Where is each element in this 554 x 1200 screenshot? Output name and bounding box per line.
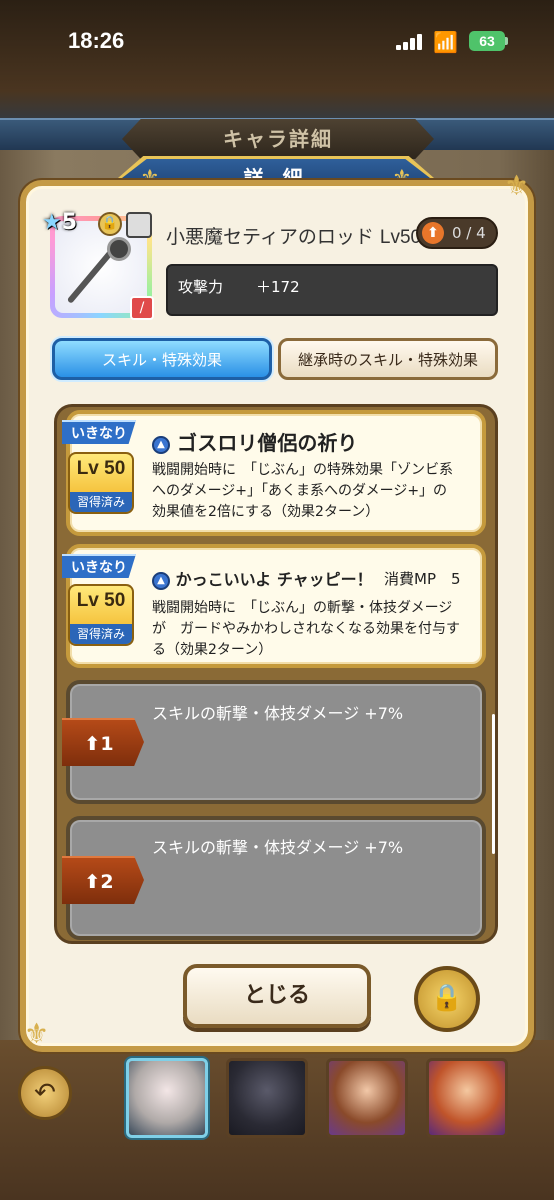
wifi-icon: 📶 xyxy=(433,30,458,54)
skill-timing-tag: いきなり xyxy=(62,420,136,444)
skill-learned: 習得済み xyxy=(70,624,132,644)
unlock-rank: 1 xyxy=(100,733,114,755)
up-arrow-icon: ⬆ xyxy=(422,222,444,244)
weapon-type-icon: / xyxy=(130,296,154,320)
lock-icon: 🔒 xyxy=(98,212,122,236)
skill-desc-line: へのダメージ+」「あくま系へのダメージ+」の xyxy=(152,483,448,499)
skill-desc-line: 戦闘開始時に 「じぶん」の斬撃・体技ダメージ xyxy=(152,600,453,616)
tab-skills[interactable]: スキル・特殊効果 xyxy=(52,338,272,380)
padlock-icon[interactable]: 🔒 xyxy=(414,966,480,1032)
character-portrait-icon xyxy=(126,212,152,238)
corner-ornament-icon: ⚜ xyxy=(24,1017,50,1050)
skill-desc-line: 効果値を2倍にする（効果2ターン） xyxy=(152,504,380,520)
skill-type-icon: ▲ xyxy=(152,571,170,590)
skill-description: 戦闘開始時に 「じぶん」の特殊効果「ゾンビ系 へのダメージ+」「あくま系へのダメ… xyxy=(152,460,482,523)
skill-name-row: ▲ ゴスロリ僧侶の祈り xyxy=(152,427,357,456)
stat-name: 攻撃力 xyxy=(178,278,224,296)
star-icon: ★ xyxy=(42,210,62,235)
passive-text: スキルの斬撃・体技ダメージ +7% xyxy=(152,704,404,723)
signal-icon xyxy=(396,34,422,50)
item-name-row: 小悪魔セティアのロッド Lv50 xyxy=(166,222,421,249)
close-button[interactable]: とじる xyxy=(183,964,371,1028)
skill-name-row: ▲ かっこいいよ チャッピー！ xyxy=(152,566,373,590)
status-bar: 18:26 📶 63 xyxy=(0,0,554,84)
skill-type-icon: ▲ xyxy=(152,435,170,454)
battery-tip xyxy=(505,37,508,45)
mp-cost: 消費MP 5 xyxy=(384,570,461,588)
skill-desc-line: 戦闘開始時に 「じぶん」の特殊効果「ゾンビ系 xyxy=(152,462,453,478)
skill-level: Lv 50 xyxy=(76,590,126,611)
skill-timing-tag: いきなり xyxy=(62,554,136,578)
unlock-rank: 2 xyxy=(100,871,114,893)
skill-description: 戦闘開始時に 「じぶん」の斬撃・体技ダメージ が ガードやみかわしされなくなる効… xyxy=(152,598,482,661)
corner-ornament-icon: ⚜ xyxy=(504,169,530,202)
skill-name: かっこいいよ チャッピー！ xyxy=(175,570,373,589)
screen-title: キャラ詳細 xyxy=(122,119,434,159)
party-member-avatar[interactable] xyxy=(226,1058,308,1138)
skill-desc-line: る（効果2ターン） xyxy=(152,642,273,658)
unlock-rank-tag: ⬆2 xyxy=(62,856,144,904)
rarity-stars: ★5 xyxy=(42,210,77,235)
passive-text: スキルの斬撃・体技ダメージ +7% xyxy=(152,838,404,857)
rarity-value: 5 xyxy=(61,210,78,235)
skill-desc-line: が ガードやみかわしされなくなる効果を付与す xyxy=(152,621,460,637)
party-member-avatar[interactable] xyxy=(326,1058,408,1138)
party-member-avatar[interactable] xyxy=(126,1058,208,1138)
undo-arrow-icon[interactable]: ↶ xyxy=(18,1066,72,1120)
skill-level: Lv 50 xyxy=(76,458,126,479)
status-time: 18:26 xyxy=(68,28,125,53)
scrollbar[interactable] xyxy=(492,714,495,854)
upgrade-value: 0 / 4 xyxy=(452,224,486,242)
tab-inherited-skills[interactable]: 継承時のスキル・特殊効果 xyxy=(278,338,498,380)
stats-box: 攻撃力 ＋172 xyxy=(166,264,498,316)
unlock-rank-tag: ⬆1 xyxy=(62,718,144,766)
skill-level-badge: Lv 50 習得済み xyxy=(68,452,134,514)
skill-name: ゴスロリ僧侶の祈り xyxy=(176,431,358,455)
skill-learned: 習得済み xyxy=(70,492,132,512)
item-level: Lv50 xyxy=(379,227,422,248)
battery-indicator: 63 xyxy=(469,31,505,51)
item-name: 小悪魔セティアのロッド xyxy=(166,226,374,248)
skill-level-badge: Lv 50 習得済み xyxy=(68,584,134,646)
party-member-avatar[interactable] xyxy=(426,1058,508,1138)
stat-value: ＋172 xyxy=(256,278,300,296)
